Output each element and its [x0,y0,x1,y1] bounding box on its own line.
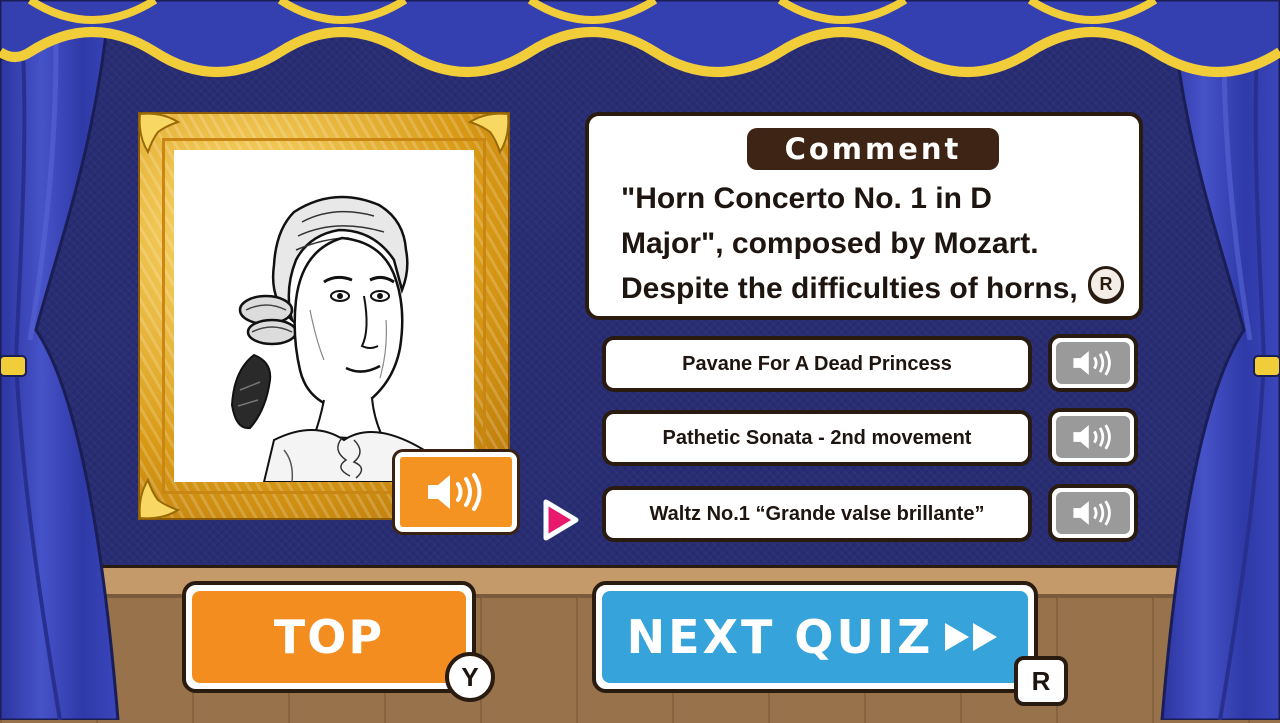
speaker-icon [1073,500,1111,526]
comment-text: "Horn Concerto No. 1 in D Major", compos… [621,182,1078,305]
speaker-pad [1056,492,1130,534]
answer-option-1[interactable]: Pavane For A Dead Princess [602,336,1032,392]
speaker-icon [428,473,482,511]
answer-1-audio-button[interactable] [1048,334,1138,392]
fast-forward-icon [945,623,998,651]
top-button[interactable]: TOP [182,581,476,693]
speaker-icon [1073,350,1111,376]
answer-2-audio-button[interactable] [1048,408,1138,466]
speaker-pad [1056,342,1130,384]
r-button-badge: R [1014,656,1068,706]
right-curtain [1160,0,1280,720]
answer-option-3[interactable]: Waltz No.1 “Grande valse brillante” [602,486,1032,542]
answer-option-2[interactable]: Pathetic Sonata - 2nd movement [602,410,1032,466]
y-button-badge: Y [445,652,495,702]
next-quiz-button[interactable]: NEXT QUIZ [592,581,1038,693]
speaker-icon [1073,424,1111,450]
left-curtain [0,0,120,720]
speaker-pad [1056,416,1130,458]
curtain-valance [0,0,1280,77]
composer-portrait [174,150,474,483]
comment-title: Comment [747,128,999,170]
play-composer-audio-button[interactable] [395,452,517,532]
comment-scroll-r-badge[interactable]: R [1088,266,1124,302]
next-quiz-label: NEXT QUIZ [626,610,934,664]
mozart-portrait-image [230,195,436,483]
answer-3-audio-button[interactable] [1048,484,1138,542]
comment-panel[interactable]: Comment "Horn Concerto No. 1 in D Major"… [585,112,1143,320]
top-button-label: TOP [192,591,466,683]
next-quiz-face: NEXT QUIZ [602,591,1028,683]
play-pointer-icon [543,499,579,541]
